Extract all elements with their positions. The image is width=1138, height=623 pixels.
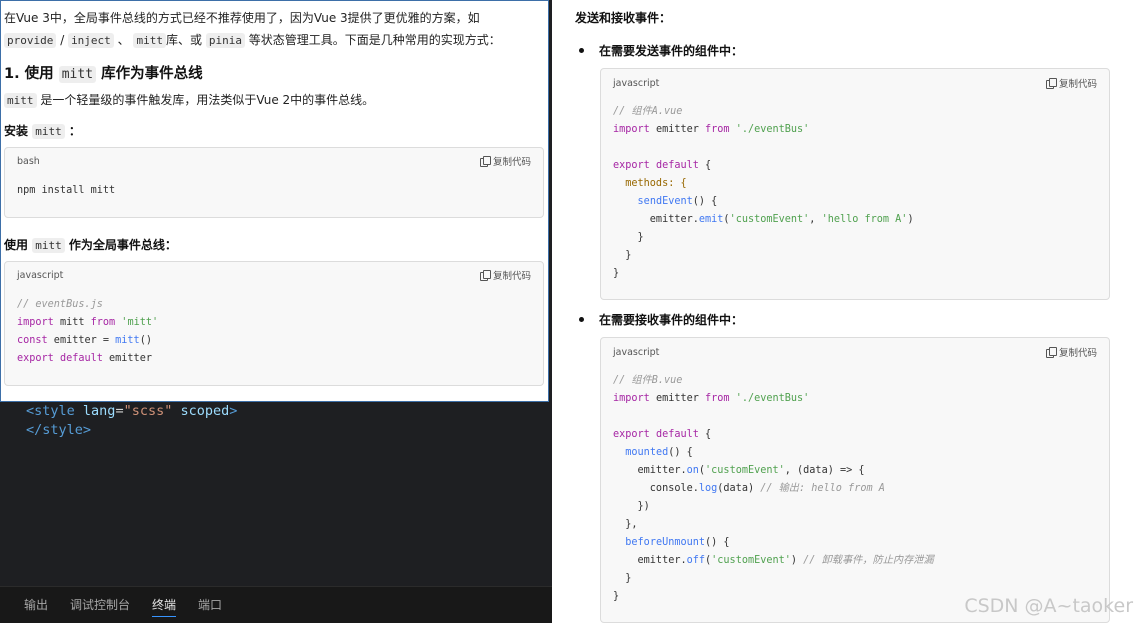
mitt-description: mitt 是一个轻量级的事件触发库，用法类似于Vue 2中的事件总线。 [4, 89, 544, 112]
copy-code-button[interactable]: 复制代码 [479, 154, 531, 168]
send-receive-heading: 发送和接收事件： [575, 11, 672, 25]
bullet-dot [579, 48, 584, 53]
install-label: 安装 mitt ： [4, 124, 81, 139]
editor-line-style-close: </style> [26, 422, 92, 438]
article-panel-left: 在Vue 3中，全局事件总线的方式已经不推荐使用了，因为Vue 3提供了更优雅的… [0, 0, 549, 402]
code-content: // 组件B.vue import emitter from './eventBu… [613, 375, 934, 602]
copy-code-button[interactable]: 复制代码 [479, 268, 531, 282]
editor-line-style-open: <style lang="scss" scoped> [26, 403, 238, 419]
copy-code-button[interactable]: 复制代码 [1045, 345, 1097, 359]
copy-icon [479, 270, 491, 281]
code-block-bash: bash 复制代码 npm install mitt [4, 147, 544, 218]
code-content: // eventBus.js import mitt from 'mitt' con… [17, 299, 159, 364]
copy-icon [1045, 78, 1057, 89]
send-bullet: 在需要发送事件的组件中： [579, 42, 1138, 59]
code-block-eventbus: javascript 复制代码 // eventBus.js import mit… [4, 261, 544, 386]
copy-icon [1045, 347, 1057, 358]
tab-debug-console[interactable]: 调试控制台 [70, 587, 130, 623]
use-mitt-label: 使用 mitt 作为全局事件总线： [4, 238, 177, 253]
receive-bullet: 在需要接收事件的组件中： [579, 311, 1138, 328]
copy-icon [479, 156, 491, 167]
code-block-component-a: javascript 复制代码 // 组件A.vue import emitter… [600, 68, 1110, 300]
editor-code[interactable]: <style lang="scss" scoped> </style> [26, 402, 237, 440]
code-lang-label: javascript [17, 269, 64, 281]
watermark: CSDN @A~taoker [964, 595, 1133, 617]
panel-tab-bar: 输出 调试控制台 终端 端口 [0, 586, 552, 623]
code-lang-label: javascript [613, 346, 660, 358]
article-panel-right: 发送和接收事件： 在需要发送事件的组件中： javascript 复制代码 //… [553, 0, 1138, 623]
tab-terminal[interactable]: 终端 [152, 587, 177, 623]
code-lang-label: bash [17, 155, 40, 167]
copy-code-button[interactable]: 复制代码 [1045, 76, 1097, 90]
tab-output[interactable]: 输出 [24, 587, 48, 623]
intro-paragraph: 在Vue 3中，全局事件总线的方式已经不推荐使用了，因为Vue 3提供了更优雅的… [4, 11, 501, 48]
tab-ports[interactable]: 端口 [198, 587, 222, 623]
bullet-dot [579, 317, 584, 322]
code-lang-label: javascript [613, 77, 660, 89]
code-content: // 组件A.vue import emitter from './eventBu… [613, 106, 914, 279]
code-block-component-b: javascript 复制代码 // 组件B.vue import emitter… [600, 337, 1110, 623]
code-content: npm install mitt [17, 185, 116, 196]
section-heading-mitt: 1. 使用 mitt 库作为事件总线 [4, 66, 203, 83]
